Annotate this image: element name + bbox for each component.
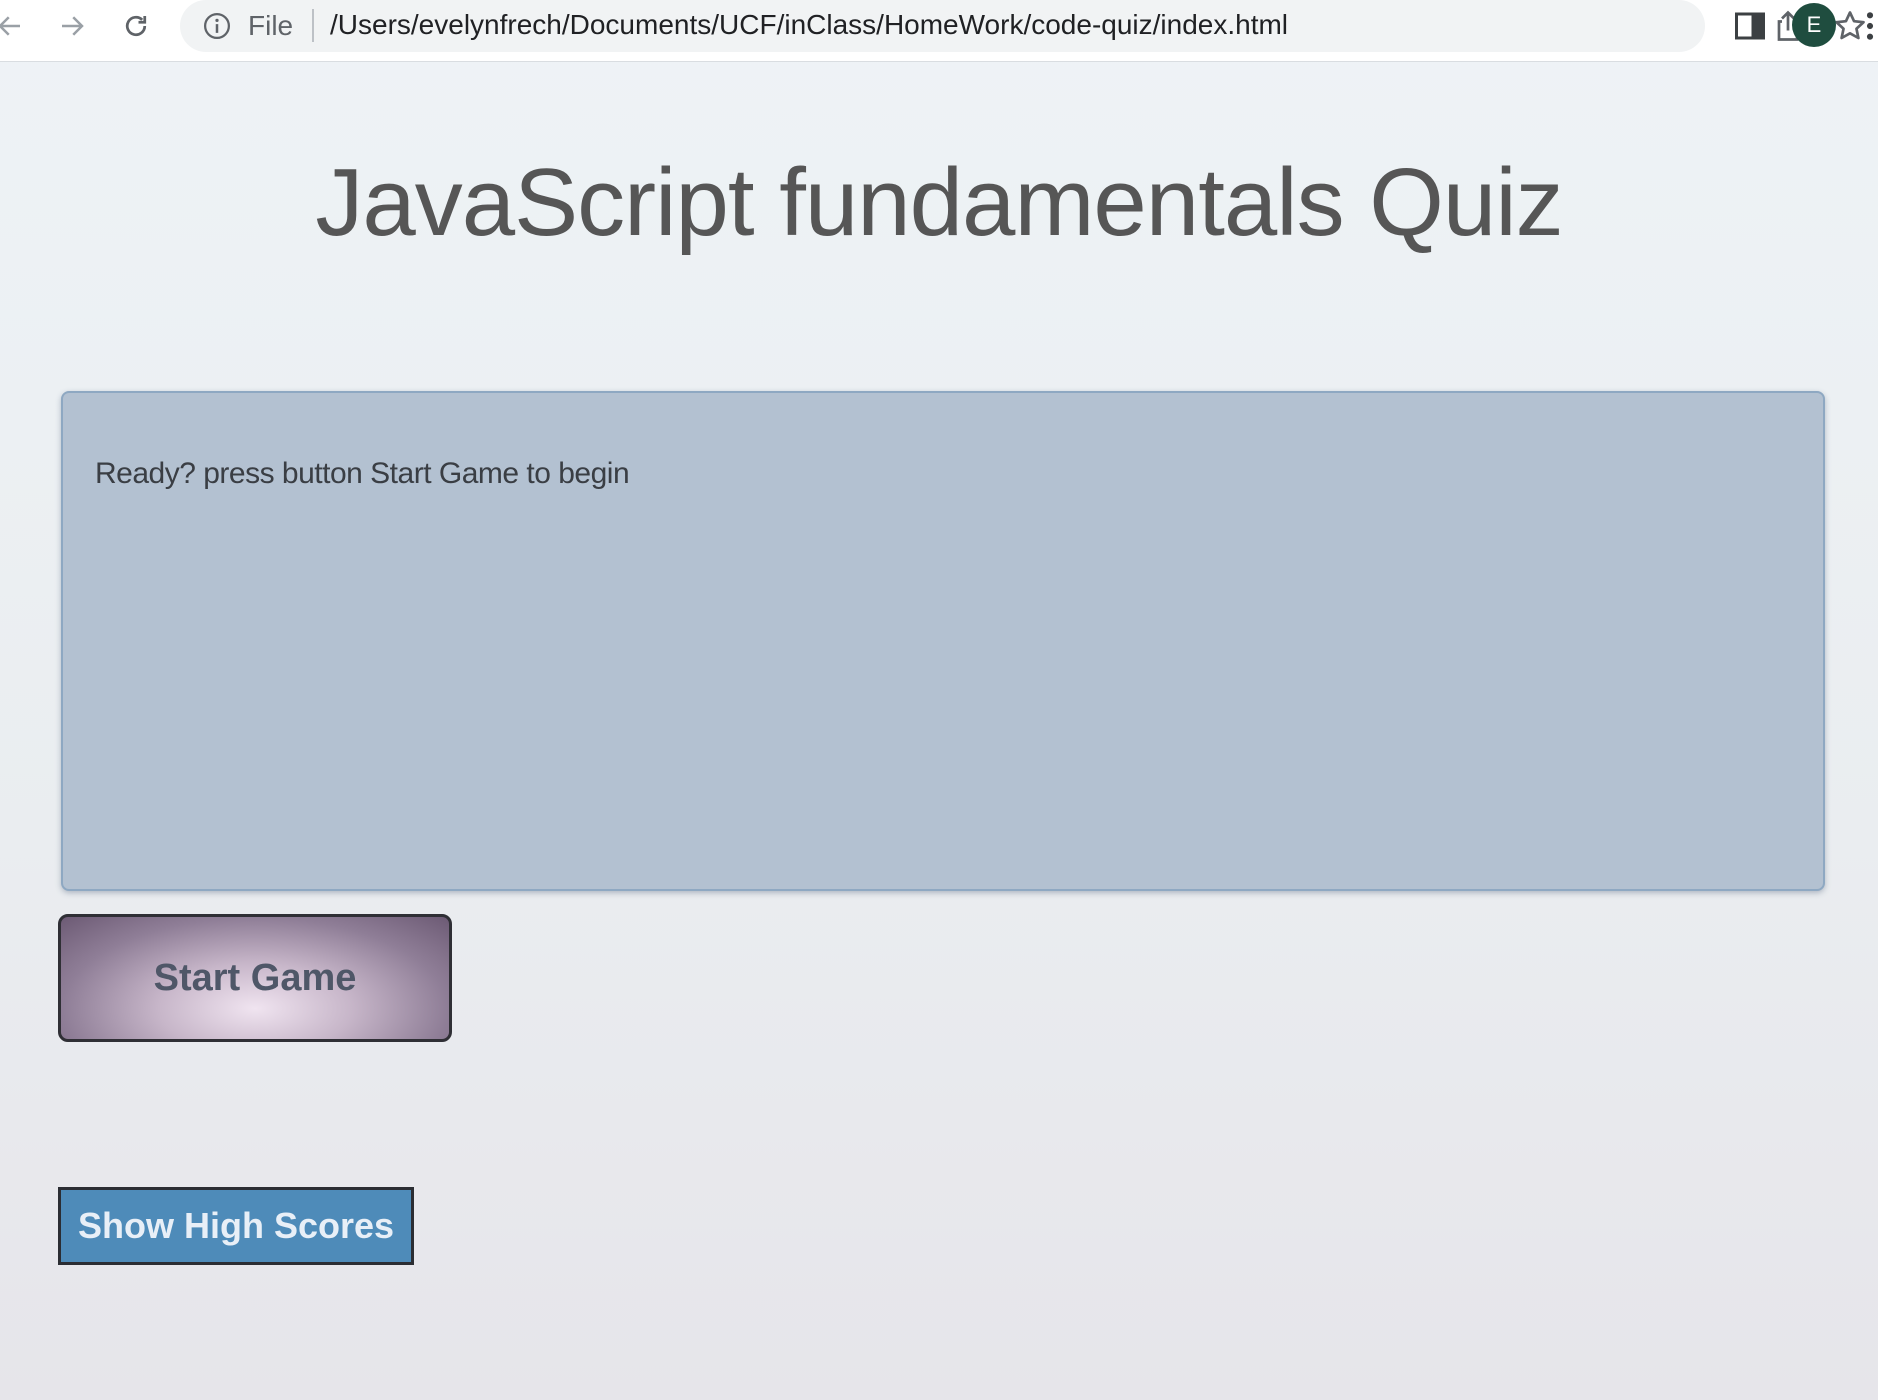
address-divider — [312, 9, 314, 42]
avatar[interactable]: E — [1792, 3, 1836, 47]
reload-button[interactable] — [116, 6, 156, 46]
reload-icon — [125, 15, 147, 37]
show-high-scores-button[interactable]: Show High Scores — [58, 1187, 414, 1265]
side-panel-icon[interactable] — [1732, 8, 1768, 44]
browser-toolbar: File /Users/evelynfrech/Documents/UCF/in… — [0, 0, 1878, 62]
show-high-scores-label: Show High Scores — [77, 1205, 395, 1246]
forward-button[interactable] — [52, 6, 92, 46]
start-game-button[interactable]: Start Game — [58, 914, 452, 1042]
page-title: JavaScript fundamentals Quiz — [315, 149, 1563, 256]
back-arrow-icon — [0, 16, 20, 36]
forward-arrow-icon — [62, 16, 84, 36]
kebab-menu-icon[interactable] — [1862, 10, 1878, 42]
back-button[interactable] — [0, 6, 30, 46]
info-icon[interactable] — [202, 11, 232, 41]
quiz-container: Ready? press button Start Game to begin — [61, 391, 1825, 891]
address-bar[interactable]: File /Users/evelynfrech/Documents/UCF/in… — [180, 0, 1865, 52]
file-scheme-label: File — [248, 10, 294, 41]
start-game-label: Start Game — [153, 956, 357, 999]
quiz-message: Ready? press button Start Game to begin — [95, 457, 630, 490]
url-text[interactable]: /Users/evelynfrech/Documents/UCF/inClass… — [330, 9, 1288, 41]
